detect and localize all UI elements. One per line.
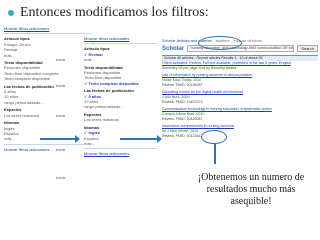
result-snippet: Review. PMID: 20196287: [162, 83, 203, 87]
list-item: Educating nurses for the digital health …: [162, 90, 318, 105]
callout-text: ¡Obtenemos un numero de resultados mucho…: [197, 172, 305, 207]
list-item: Use of informatics by nursing students i…: [162, 73, 318, 88]
show-more-filters-link[interactable]: Mostrar filtros adicionales: [84, 36, 158, 41]
highlight-ring: [201, 130, 227, 144]
filter-option[interactable]: rango personalizado...: [4, 100, 92, 105]
search-results-panel: Scholar Articles and patents anytime inc…: [162, 38, 318, 168]
show-more-filters-link[interactable]: Mostrar filtros adicionales: [4, 26, 92, 31]
filter-option-label: Revisar: [88, 51, 103, 57]
slide-title: Entonces modificamos los filtros:: [20, 5, 209, 20]
filter-option[interactable]: más...: [84, 141, 158, 146]
arrow-right-icon: [40, 135, 80, 143]
filter-option[interactable]: Los seres humanos: [84, 117, 158, 122]
clear-link[interactable]: borrar: [56, 114, 66, 118]
filter-option-label: Texto completo disponible: [88, 80, 139, 86]
callout-connector: [214, 144, 216, 164]
filters-panel-before: Mostrar filtros adicionales Artículo tip…: [4, 26, 92, 238]
clear-link[interactable]: borrar: [56, 58, 66, 62]
search-button[interactable]: Search: [297, 45, 318, 52]
bullet-icon: [8, 10, 14, 16]
filter-option-label: Inglés: [88, 130, 101, 136]
clear-link[interactable]: borrar: [56, 148, 66, 152]
results-list: Filters activated: Review, Full text ava…: [162, 61, 318, 139]
arrow-right-icon: [120, 135, 162, 143]
search-row: Scholar "nursing education" AND technolo…: [162, 45, 318, 52]
clear-link[interactable]: borrar: [56, 176, 66, 180]
divider: [84, 43, 158, 45]
filter-option-label: 5 años: [88, 93, 102, 99]
filter-option[interactable]: más...: [4, 53, 92, 58]
list-item: Filters activated: Review, Full text ava…: [162, 61, 318, 71]
filter-option[interactable]: más...: [84, 57, 158, 62]
divider: [4, 33, 92, 35]
scholar-logo: Scholar: [162, 45, 185, 52]
result-snippet: Summary 20 per page Sort by Recently Add…: [162, 66, 237, 70]
list-item: Informatics competencies in nursing curr…: [162, 124, 318, 139]
divider: [4, 143, 92, 145]
slide-title-row: Entonces modificamos los filtros:: [8, 4, 308, 22]
show-more-filters-link-footer[interactable]: Mostrar filtros adicionales: [4, 147, 92, 152]
result-snippet: Review. PMID: 20425087: [162, 117, 203, 121]
filters-list-before: Mostrar filtros adicionales Artículo tip…: [4, 26, 92, 152]
filter-option[interactable]: rango personalizado...: [84, 104, 158, 109]
filter-option[interactable]: Texto completo disponible: [4, 76, 92, 81]
list-item: Communication technology in nursing educ…: [162, 107, 318, 122]
clear-link[interactable]: borrar: [56, 84, 66, 88]
filter-option-selected[interactable]: ✓ Texto completo disponible: [84, 81, 158, 86]
filter-option[interactable]: Los seres humanos: [4, 113, 92, 118]
divider: [84, 148, 158, 150]
highlight-circle: [198, 36, 242, 50]
show-more-filters-link-footer[interactable]: Mostrar filtros adicionales: [84, 151, 158, 156]
result-snippet: Review. PMID: 20123512: [162, 134, 203, 138]
result-snippet: Review. PMID: 19457073: [162, 100, 203, 104]
